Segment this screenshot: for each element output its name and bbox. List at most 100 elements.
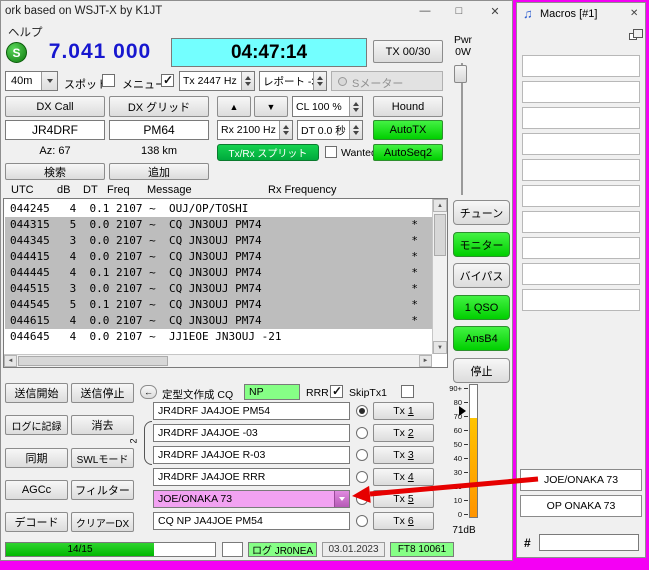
menu-help[interactable]: ヘルプ [8, 24, 43, 40]
decode-button[interactable]: デコード [5, 512, 68, 532]
add-button[interactable]: 追加 [109, 163, 209, 180]
tx6-radio[interactable] [356, 515, 368, 527]
scroll-up-icon[interactable]: ▲ [433, 199, 447, 212]
scroll-left-icon[interactable]: ◄ [4, 355, 17, 367]
spinner-arrows-icon[interactable] [279, 121, 292, 139]
scroll-down-icon[interactable]: ▼ [433, 341, 447, 354]
rx-offset-spinner[interactable]: Rx 2100 Hz [217, 120, 293, 140]
decode-row[interactable]: 044245 4 0.1 2107 ~ OUJ/OP/TOSHI [5, 201, 432, 217]
close-icon[interactable]: ✕ [630, 8, 638, 19]
monitor-button[interactable]: モニター [453, 232, 510, 257]
tx6-button[interactable]: Tx 6 [373, 512, 434, 530]
macro-slot[interactable] [522, 237, 640, 259]
macro-slot[interactable] [522, 81, 640, 103]
search-button[interactable]: 検索 [5, 163, 105, 180]
erase-button[interactable]: 消去 [71, 415, 134, 435]
macro-slot[interactable] [522, 55, 640, 77]
menu-checkbox[interactable] [161, 73, 174, 87]
tx5-radio[interactable] [356, 493, 368, 505]
tx4-button[interactable]: Tx 4 [373, 468, 434, 486]
scroll-right-icon[interactable]: ► [419, 355, 432, 367]
status-s-button[interactable]: S [6, 42, 27, 63]
macro-input[interactable] [539, 534, 639, 551]
tx3-button[interactable]: Tx 3 [373, 446, 434, 464]
tx2-radio[interactable] [356, 427, 368, 439]
tx5-dropdown-icon[interactable] [334, 491, 349, 507]
tx4-message-field[interactable]: JR4DRF JA4JOE RRR [153, 468, 350, 486]
decode-row[interactable]: 044445 4 0.1 2107 ~ CQ JN3OUJ PM74 * [5, 265, 432, 281]
ansb4-button[interactable]: AnsB4 [453, 326, 510, 351]
band-dropdown-icon[interactable] [41, 72, 57, 90]
agcc-button[interactable]: AGCc [5, 480, 68, 500]
tx3-radio[interactable] [356, 449, 368, 461]
macro-slot[interactable] [522, 211, 640, 233]
sync-button[interactable]: 同期 [5, 448, 68, 468]
tx5-button[interactable]: Tx 5 [373, 490, 434, 508]
close-icon[interactable]: ✕ [477, 1, 513, 21]
macro-slot[interactable] [522, 289, 640, 311]
wanted-checkbox[interactable] [325, 146, 337, 158]
macro-item[interactable]: JOE/ONAKA 73 [520, 469, 642, 491]
horizontal-scrollbar[interactable]: ◄ ► [4, 354, 432, 367]
freq-up-button[interactable]: ▲ [217, 96, 251, 117]
tx4-radio[interactable] [356, 471, 368, 483]
tx2-message-field[interactable]: JR4DRF JA4JOE -03 [153, 424, 350, 442]
dx-call-button[interactable]: DX Call [5, 96, 105, 117]
macro-slot[interactable] [522, 133, 640, 155]
dt-spinner[interactable]: DT 0.0 秒 [297, 120, 363, 140]
autoseq-button[interactable]: AutoSeq2 [373, 144, 443, 161]
filter-button[interactable]: フィルター [71, 480, 134, 500]
decode-row[interactable]: 044545 5 0.1 2107 ~ CQ JN3OUJ PM74 * [5, 297, 432, 313]
swl-mode-button[interactable]: SWLモード [71, 448, 134, 468]
freq-down-button[interactable]: ▼ [254, 96, 288, 117]
dx-call-field[interactable]: JR4DRF [5, 120, 105, 140]
dx-grid-button[interactable]: DX グリッド [109, 96, 209, 117]
tx3-message-field[interactable]: JR4DRF JA4JOE R-03 [153, 446, 350, 464]
clear-dx-button[interactable]: クリアーDX [71, 512, 134, 532]
log-qso-button[interactable]: ログに記録 [5, 415, 68, 435]
one-qso-button[interactable]: 1 QSO [453, 295, 510, 320]
spinner-arrows-icon[interactable] [241, 72, 254, 90]
titlebar[interactable]: ork based on WSJT-X by K1JT — □ ✕ [1, 1, 512, 21]
macro-slot[interactable] [522, 159, 640, 181]
hound-button[interactable]: Hound [373, 96, 443, 117]
decode-row[interactable]: 044515 3 0.0 2107 ~ CQ JN3OUJ PM74 * [5, 281, 432, 297]
tx1-message-field[interactable]: JR4DRF JA4JOE PM54 [153, 402, 350, 420]
tx1-button[interactable]: Tx 1 [373, 402, 434, 420]
decode-row[interactable]: 044645 4 0.0 2107 ~ JJ1EOE JN3OUJ -21 [5, 329, 432, 345]
macro-slot[interactable] [522, 263, 640, 285]
maximize-button[interactable]: □ [443, 1, 475, 21]
macro-item[interactable]: OP ONAKA 73 [520, 495, 642, 517]
decode-row[interactable]: 044345 3 0.0 2107 ~ CQ JN3OUJ PM74 * [5, 233, 432, 249]
vertical-scrollbar[interactable]: ▲ ▼ [432, 199, 447, 354]
macro-slot[interactable] [522, 185, 640, 207]
pwr-slider-handle[interactable] [454, 65, 467, 83]
dx-grid-field[interactable]: PM64 [109, 120, 209, 140]
spot-checkbox[interactable] [102, 74, 115, 87]
tx6-message-field[interactable]: CQ NP JA4JOE PM54 [153, 512, 350, 530]
tx5-message-combo[interactable]: JOE/ONAKA 73 [153, 490, 350, 508]
cq-direction-field[interactable]: NP [244, 384, 300, 400]
back-button[interactable]: ← [140, 385, 157, 399]
macros-titlebar[interactable]: ♫ Macros [#1] ✕ [517, 3, 645, 25]
macro-slot[interactable] [522, 107, 640, 129]
tx-period-button[interactable]: TX 00/30 [373, 40, 443, 63]
band-select[interactable]: 40m [5, 71, 58, 91]
spinner-arrows-icon[interactable] [313, 72, 326, 90]
spinner-arrows-icon[interactable] [349, 121, 362, 139]
tx-stop-button[interactable]: 送信停止 [71, 383, 134, 403]
tune-button[interactable]: チューン [453, 200, 510, 225]
decode-row[interactable]: 044415 4 0.0 2107 ~ CQ JN3OUJ PM74 * [5, 249, 432, 265]
bypass-button[interactable]: バイパス [453, 263, 510, 288]
tx1-radio[interactable] [356, 405, 368, 417]
decode-row[interactable]: 044615 4 0.0 2107 ~ CQ JN3OUJ PM74 * [5, 313, 432, 329]
tx-offset-spinner[interactable]: Tx 2447 Hz [179, 71, 255, 91]
scroll-thumb[interactable] [18, 356, 168, 366]
minimize-button[interactable]: — [409, 1, 441, 21]
autotx-button[interactable]: AutoTX [373, 120, 443, 140]
report-spinner[interactable]: レポート -3 [259, 71, 327, 91]
halt-button[interactable]: 停止 [453, 358, 510, 383]
pwr-slider[interactable] [453, 63, 471, 195]
decode-row[interactable]: 044315 5 0.0 2107 ~ CQ JN3OUJ PM74 * [5, 217, 432, 233]
cl-spinner[interactable]: CL 100 % [292, 96, 363, 117]
